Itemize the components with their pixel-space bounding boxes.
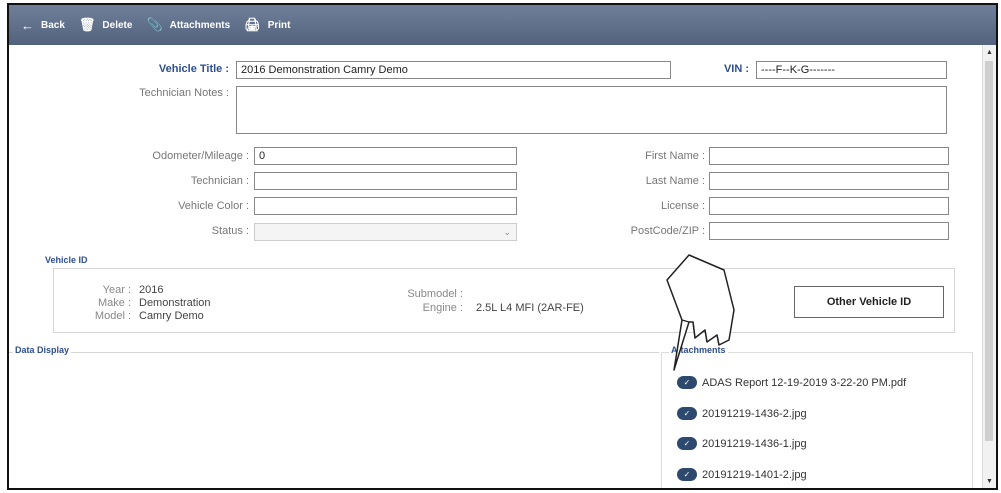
model-value: Camry Demo (139, 310, 204, 322)
delete-button[interactable]: 🗑 Delete (79, 17, 133, 33)
postcode-label: PostCode/ZIP : (630, 225, 705, 237)
app-window: ← Back 🗑 Delete 📎 Attachments 🖨 Print Ve… (7, 3, 998, 490)
attachment-item[interactable]: ✓ 20191219-1436-2.jpg (677, 407, 807, 420)
back-label: Back (41, 19, 65, 31)
model-label: Model : (94, 310, 131, 322)
attachment-name: ADAS Report 12-19-2019 3-22-20 PM.pdf (702, 376, 907, 389)
chevron-down-icon: ⌄ (503, 227, 511, 237)
vehicle-title-label: Vehicle Title : (158, 63, 229, 75)
trash-icon: 🗑 (78, 17, 96, 32)
odometer-input[interactable]: 0 (254, 147, 517, 165)
technician-label: Technician : (190, 175, 249, 187)
first-name-label: First Name : (645, 150, 705, 162)
technician-notes-label: Technician Notes : (139, 87, 229, 99)
vehicle-title-input[interactable]: 2016 Demonstration Camry Demo (236, 61, 671, 79)
paperclip-icon: 📎 (146, 17, 163, 32)
cloud-check-icon: ✓ (677, 468, 697, 481)
scroll-up-icon[interactable]: ▲ (983, 47, 996, 59)
cloud-check-icon: ✓ (677, 437, 697, 450)
vin-input[interactable]: ----F--K-G------- (756, 61, 947, 79)
engine-label: Engine : (422, 302, 463, 314)
make-value: Demonstration (139, 297, 211, 309)
license-label: License : (660, 200, 705, 212)
delete-label: Delete (102, 19, 133, 31)
first-name-input[interactable] (709, 147, 949, 165)
vehicle-id-title: Vehicle ID (43, 255, 90, 265)
attachment-name: 20191219-1436-1.jpg (702, 437, 807, 450)
attachment-item[interactable]: ✓ 20191219-1436-1.jpg (677, 437, 807, 450)
other-vehicle-id-button[interactable]: Other Vehicle ID (794, 286, 944, 318)
data-display-title: Data Display (13, 345, 72, 355)
last-name-input[interactable] (709, 172, 949, 190)
attachment-name: 20191219-1401-2.jpg (702, 468, 807, 481)
submodel-label: Submodel : (407, 288, 463, 300)
attachment-item[interactable]: ✓ ADAS Report 12-19-2019 3-22-20 PM.pdf (677, 376, 906, 389)
last-name-label: Last Name : (645, 175, 705, 187)
status-label: Status : (211, 225, 249, 237)
attachment-item[interactable]: ✓ 20191219-1401-2.jpg (677, 468, 807, 481)
engine-value: 2.5L L4 MFI (2AR-FE) (476, 302, 584, 314)
print-button[interactable]: 🖨 Print (244, 17, 290, 33)
license-input[interactable] (709, 197, 949, 215)
cloud-check-icon: ✓ (677, 376, 697, 389)
scrollbar-thumb[interactable] (985, 61, 993, 441)
printer-icon: 🖨 (244, 17, 261, 32)
technician-notes-input[interactable] (236, 86, 947, 134)
attachment-name: 20191219-1436-2.jpg (702, 407, 807, 420)
scroll-down-icon[interactable]: ▼ (983, 476, 996, 488)
attachments-label: Attachments (169, 19, 231, 31)
status-select[interactable]: ⌄ (254, 223, 517, 241)
back-button[interactable]: ← Back (21, 18, 65, 33)
data-display-panel (9, 352, 659, 488)
arrow-left-icon: ← (21, 17, 34, 33)
year-value: 2016 (139, 284, 164, 296)
vehicle-color-label: Vehicle Color : (178, 200, 249, 212)
odometer-label: Odometer/Mileage : (152, 150, 249, 162)
attachments-button[interactable]: 📎 Attachments (146, 17, 230, 33)
vin-label: VIN : (723, 63, 749, 75)
vertical-scrollbar[interactable]: ▲ ▼ (982, 45, 996, 488)
main-content: Vehicle Title : 2016 Demonstration Camry… (9, 45, 985, 488)
technician-input[interactable] (254, 172, 517, 190)
toolbar: ← Back 🗑 Delete 📎 Attachments 🖨 Print (9, 5, 996, 45)
postcode-input[interactable] (709, 222, 949, 240)
cloud-check-icon: ✓ (677, 407, 697, 420)
pointing-hand-icon (666, 254, 735, 371)
print-label: Print (267, 19, 291, 31)
vehicle-color-input[interactable] (254, 197, 517, 215)
year-label: Year : (102, 284, 131, 296)
make-label: Make : (97, 297, 131, 309)
